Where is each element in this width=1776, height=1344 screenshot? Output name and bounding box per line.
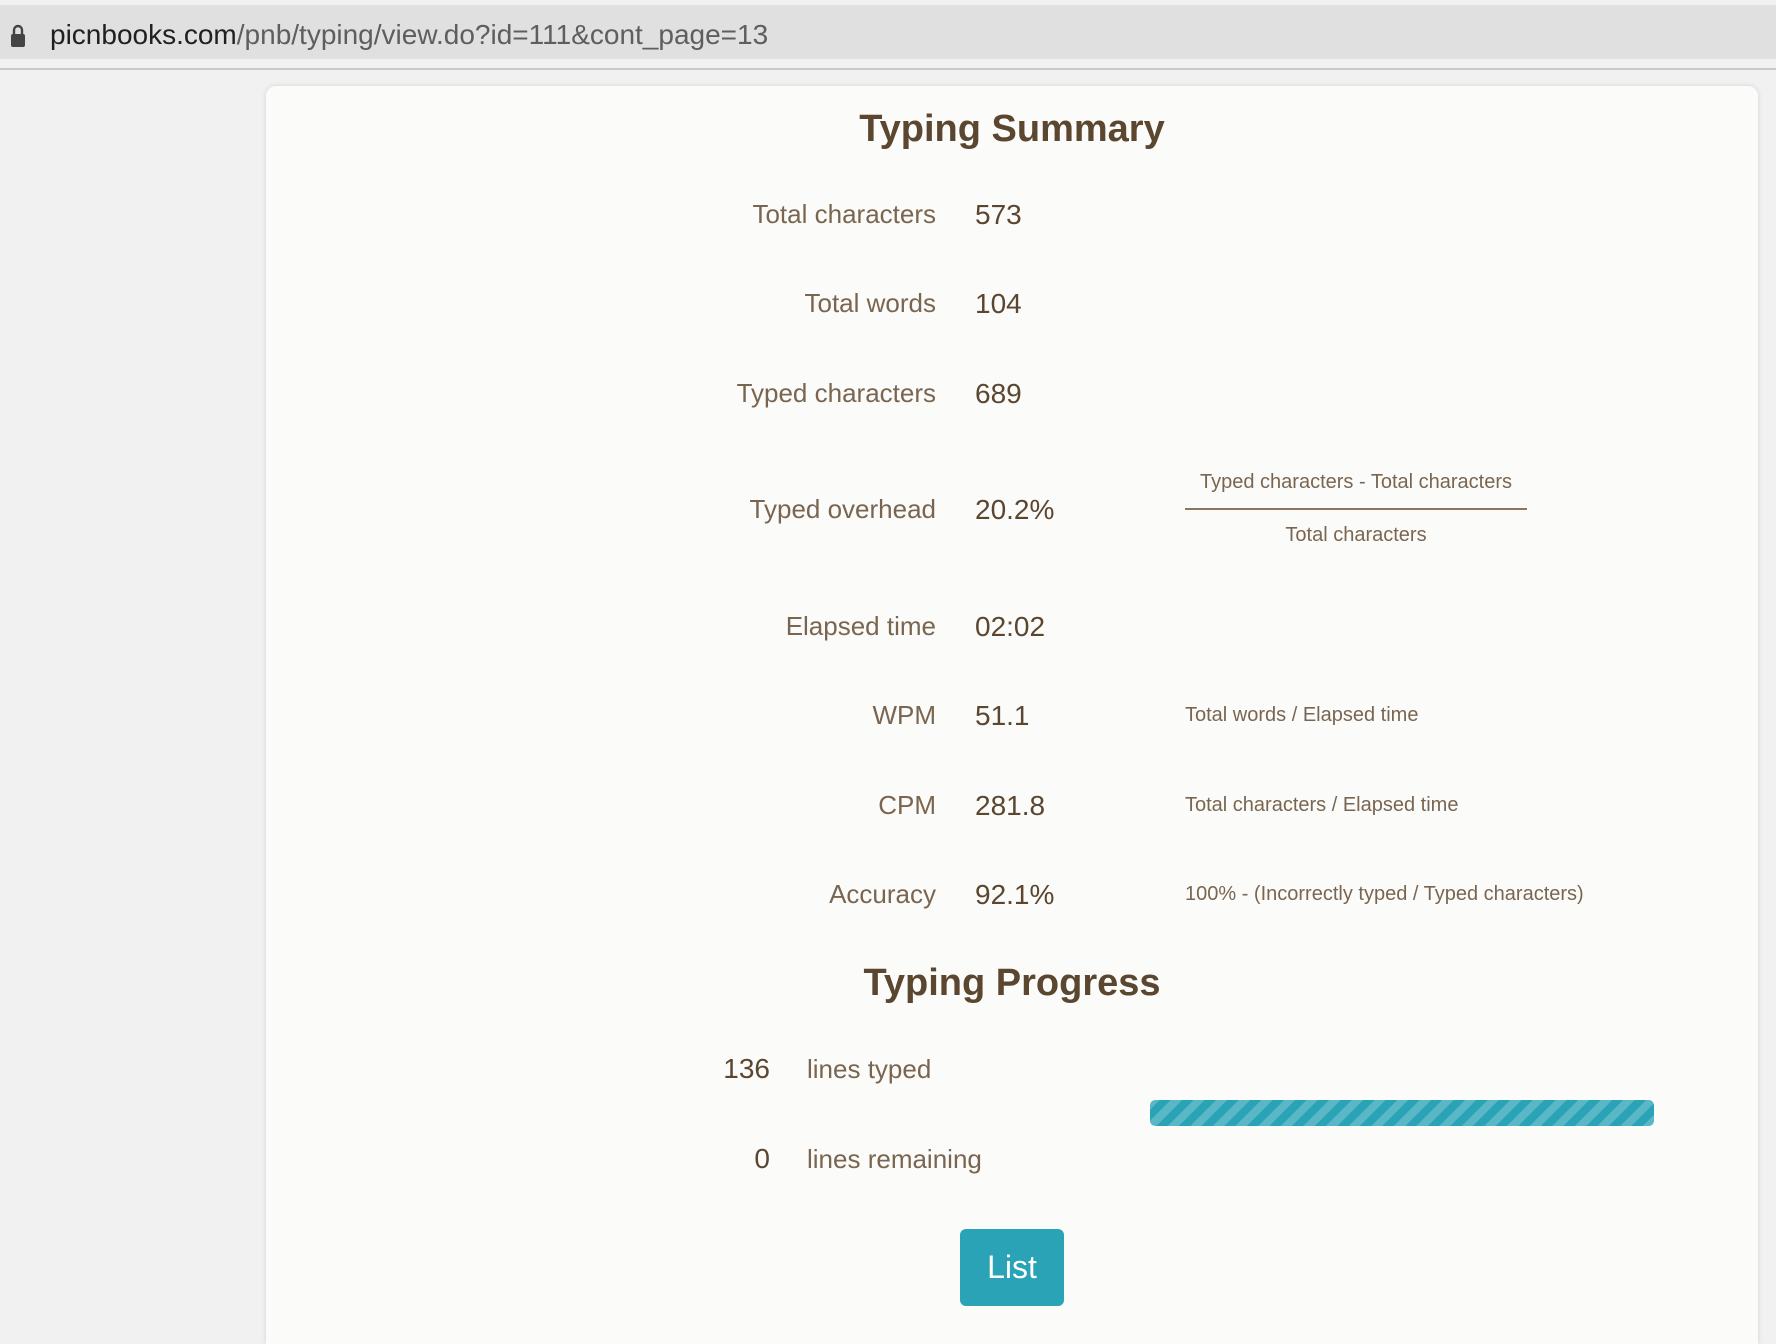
- lines-remaining-count: 0: [754, 1143, 770, 1174]
- typed-characters-label: Typed characters: [736, 378, 936, 408]
- wpm-formula: Total words / Elapsed time: [1185, 704, 1419, 726]
- url-text[interactable]: picnbooks.com/pnb/typing/view.do?id=111&…: [50, 19, 768, 51]
- total-words-value: 104: [975, 288, 1022, 319]
- progress-bar-fill: [1150, 1100, 1654, 1126]
- accuracy-formula: 100% - (Incorrectly typed / Typed charac…: [1185, 883, 1584, 905]
- lines-typed-label: lines typed: [807, 1054, 932, 1084]
- lines-remaining-label: lines remaining: [807, 1144, 982, 1174]
- lock-icon: [11, 24, 25, 47]
- address-bar[interactable]: picnbooks.com/pnb/typing/view.do?id=111&…: [0, 5, 1776, 59]
- wpm-label: WPM: [872, 700, 936, 730]
- url-path: /pnb/typing/view.do?id=111&cont_page=13: [236, 19, 769, 50]
- typed-overhead-label: Typed overhead: [749, 494, 936, 524]
- lines-typed-count: 136: [723, 1053, 770, 1084]
- toolbar-divider: [0, 68, 1776, 70]
- total-characters-value: 573: [975, 199, 1022, 230]
- summary-title: Typing Summary: [859, 108, 1165, 150]
- total-words-label: Total words: [804, 288, 937, 318]
- cpm-value: 281.8: [975, 790, 1046, 821]
- elapsed-time-value: 02:02: [975, 611, 1046, 642]
- elapsed-time-label: Elapsed time: [785, 611, 936, 641]
- accuracy-label: Accuracy: [829, 879, 936, 909]
- progress-title: Typing Progress: [863, 962, 1161, 1004]
- cpm-formula: Total characters / Elapsed time: [1185, 794, 1459, 816]
- url-domain: picnbooks.com: [50, 19, 237, 50]
- list-button[interactable]: List: [960, 1229, 1064, 1306]
- cpm-label: CPM: [878, 790, 936, 820]
- typed-characters-value: 689: [975, 378, 1022, 409]
- total-characters-label: Total characters: [752, 199, 936, 229]
- overhead-formula-numerator: Typed characters - Total characters: [1200, 471, 1512, 493]
- accuracy-value: 92.1%: [975, 879, 1055, 910]
- overhead-formula-denominator: Total characters: [1285, 524, 1427, 546]
- fraction-line: [1185, 508, 1527, 510]
- progress-bar: [1150, 1100, 1654, 1126]
- wpm-value: 51.1: [975, 700, 1030, 731]
- typed-overhead-value: 20.2%: [975, 494, 1055, 525]
